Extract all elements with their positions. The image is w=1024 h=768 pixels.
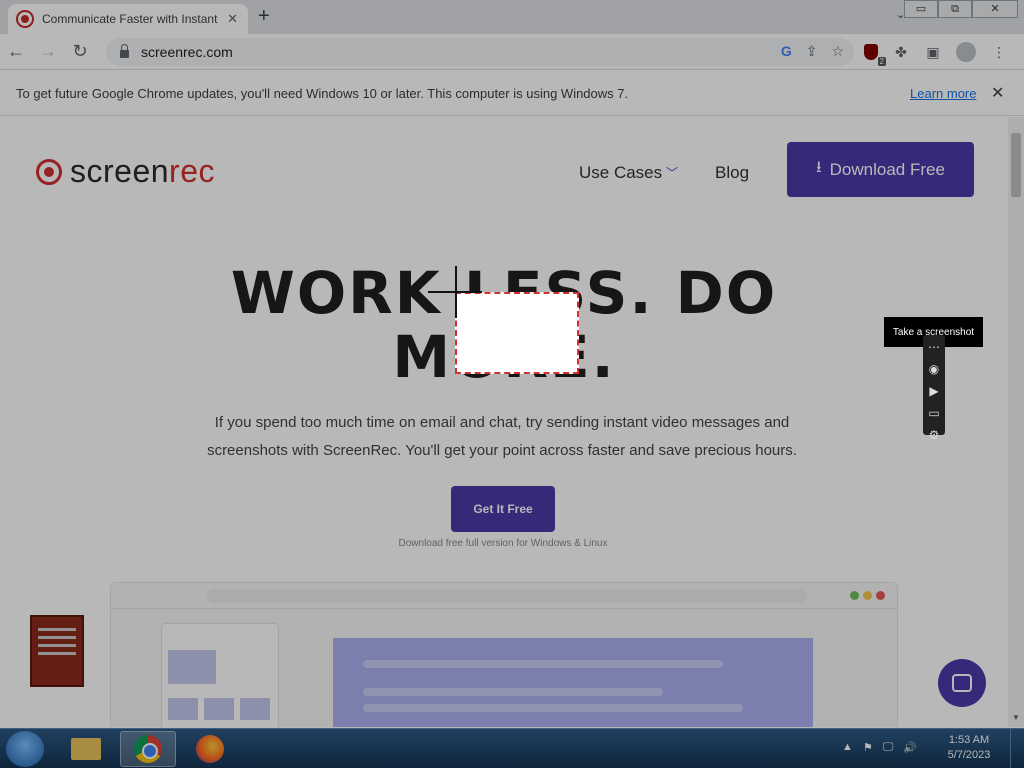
learn-more-link[interactable]: Learn more (910, 86, 976, 101)
kebab-menu-icon[interactable]: ⋮ (990, 44, 1008, 61)
mockup-dot-green (850, 591, 859, 600)
screen: Communicate Faster with Instant ✕ + ⌄ ▭ … (0, 0, 1024, 768)
crosshair-cursor-horizontal (428, 291, 482, 293)
chat-bubble-icon (952, 674, 972, 692)
screenrec-logo[interactable]: screenrec (36, 153, 215, 190)
action-center-flag-icon[interactable]: ⚑ (863, 741, 873, 754)
toolbar-grip-icon[interactable]: ⋯ (926, 339, 942, 355)
gallery-folder-icon[interactable]: ▭ (926, 405, 942, 421)
minimize-button[interactable]: ▭ (904, 0, 938, 18)
scrollbar-thumb[interactable] (1011, 133, 1021, 197)
firefox-taskbar-button[interactable] (182, 731, 238, 767)
get-it-free-button[interactable]: Get It Free (451, 486, 555, 532)
ublock-extension-icon[interactable]: 2 (864, 44, 886, 66)
infobar-message: To get future Google Chrome updates, you… (16, 86, 629, 101)
hero-subtitle: If you spend too much time on email and … (207, 414, 797, 459)
system-tray: ▲ ⚑ 🖵 🔊 (842, 741, 917, 754)
url-text[interactable]: screenrec.com (141, 44, 233, 60)
mockup-panel (333, 638, 813, 727)
desktop-document-icon[interactable] (30, 615, 84, 687)
mockup-window-dots (850, 591, 885, 600)
mockup-thumb-icon (240, 698, 270, 720)
mockup-url-bar (207, 589, 807, 603)
chevron-down-icon[interactable]: ﹀ (666, 164, 678, 181)
start-button[interactable] (6, 731, 44, 767)
mockup-dot-yellow (863, 591, 872, 600)
mockup-thumb-icon (204, 698, 234, 720)
taskbar-clock[interactable]: 1:53 AM 5/7/2023 (944, 733, 994, 763)
screenrec-favicon-icon (18, 12, 32, 26)
logo-text-accent: rec (169, 153, 215, 189)
mockup-card (161, 623, 279, 727)
mockup-image-icon (168, 650, 216, 684)
window-controls: ▭ ⧉ ✕ (904, 0, 1018, 18)
back-button[interactable]: ← (0, 41, 32, 62)
logo-text: screenrec (70, 153, 215, 190)
nav-use-cases[interactable]: Use Cases (579, 163, 662, 183)
chrome-icon (134, 735, 162, 763)
mockup-line (363, 688, 663, 696)
tab-close-icon[interactable]: ✕ (227, 11, 238, 27)
download-free-button[interactable]: ⭳ Download Free (787, 142, 974, 197)
settings-gear-icon[interactable]: ⚙ (926, 427, 942, 443)
logo-text-plain: screen (70, 153, 170, 189)
video-record-icon[interactable]: ▶ (926, 383, 942, 399)
network-icon[interactable]: 🖵 (883, 741, 894, 754)
show-desktop-button[interactable] (1010, 729, 1024, 768)
mockup-line (363, 704, 743, 712)
cta-note: Download free full version for Windows &… (398, 538, 608, 549)
webpage: screenrec Use Cases ﹀ Blog ⭳ Download Fr… (0, 117, 1008, 727)
lock-icon[interactable] (120, 44, 129, 58)
reload-button[interactable]: ↻ (64, 41, 96, 62)
explorer-taskbar-button[interactable] (58, 731, 114, 767)
omnibox[interactable]: screenrec.com G ⇪ ☆ (106, 38, 854, 66)
bookmark-star-icon[interactable]: ☆ (831, 43, 844, 60)
record-logo-icon (36, 158, 62, 185)
mockup-dot-red (876, 591, 885, 600)
side-panel-icon[interactable]: ▣ (924, 44, 942, 61)
mockup-browser-bar (111, 583, 897, 609)
infobar-close-icon[interactable]: ✕ (991, 83, 1004, 103)
new-tab-button[interactable]: + (258, 6, 270, 26)
profile-avatar-icon[interactable] (956, 42, 976, 62)
product-screenshot-mockup (110, 582, 898, 727)
tray-expand-icon[interactable]: ▲ (842, 741, 853, 754)
camera-screenshot-icon[interactable]: ◉ (926, 361, 942, 377)
google-translate-icon[interactable]: G (781, 43, 792, 60)
nav-blog[interactable]: Blog (715, 163, 749, 183)
close-window-button[interactable]: ✕ (972, 0, 1018, 18)
scroll-down-arrow-icon[interactable]: ▼ (1012, 713, 1020, 722)
share-icon[interactable]: ⇪ (806, 43, 818, 60)
capture-selection-box[interactable]: WORK LESS. DO MORE. (455, 292, 579, 374)
windows-taskbar: ▲ ⚑ 🖵 🔊 1:53 AM 5/7/2023 (0, 728, 1024, 768)
firefox-icon (196, 735, 224, 763)
mockup-thumb-icon (168, 698, 198, 720)
clock-time: 1:53 AM (948, 734, 990, 746)
extension-badge: 2 (877, 57, 886, 66)
extension-icons: 2 ✤ ▣ ⋮ (864, 42, 1008, 66)
forward-button[interactable]: → (32, 41, 64, 62)
clock-date: 5/7/2023 (947, 749, 991, 761)
browser-tab[interactable]: Communicate Faster with Instant ✕ (8, 4, 248, 34)
folder-icon (71, 738, 101, 760)
restore-button[interactable]: ⧉ (938, 0, 972, 18)
chrome-taskbar-button[interactable] (120, 731, 176, 767)
update-infobar: To get future Google Chrome updates, you… (0, 70, 1024, 116)
chat-widget-button[interactable] (938, 659, 986, 707)
puzzle-extensions-icon[interactable]: ✤ (892, 44, 910, 61)
omnibox-actions: G ⇪ ☆ (781, 43, 844, 60)
tab-title: Communicate Faster with Instant (42, 12, 218, 26)
screenrec-toolbar: ⋯ ◉ ▶ ▭ ⚙ (923, 335, 945, 442)
page-scrollbar[interactable]: ▼ (1008, 117, 1024, 727)
download-button-label: Download Free (829, 159, 945, 179)
mockup-line (363, 660, 723, 668)
volume-icon[interactable]: 🔊 (903, 741, 917, 754)
download-icon: ⭳ (816, 159, 822, 176)
chrome-tab-bar: Communicate Faster with Instant ✕ + ⌄ ▭ … (0, 0, 1024, 34)
